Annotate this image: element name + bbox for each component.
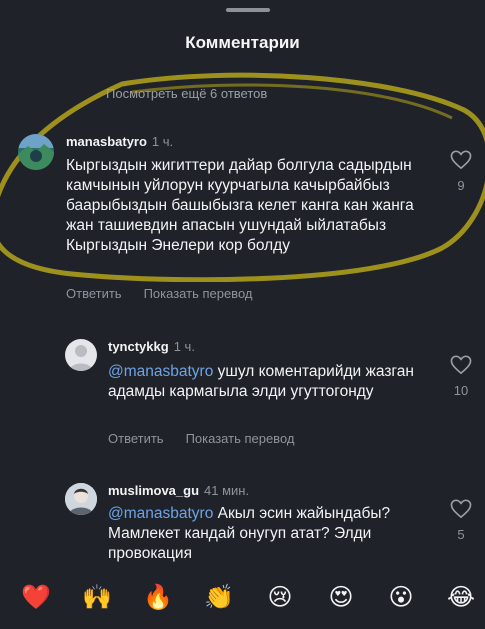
like-control: 9 [449,150,473,193]
fire-emoji-icon[interactable]: 🔥 [143,582,173,612]
view-more-replies[interactable]: Посмотреть ещё 6 ответов [106,86,267,101]
comment-time: 1 ч. [151,134,174,149]
like-control: 5 [449,499,473,542]
reply-username[interactable]: tynctykkg [108,339,169,354]
like-count: 5 [457,527,465,542]
comment-text: Кыргыздын жигиттери дайар болгула садырд… [66,157,414,254]
reply-item: tynctykkg 1 ч. @manasbatyro ушул коментар… [0,335,485,455]
reply-meta: tynctykkg 1 ч. [108,339,195,354]
reply-meta: muslimova_gu 41 мин. [108,483,249,498]
comment-actions: Ответить Показать перевод [66,286,274,301]
heart-icon[interactable] [450,355,472,375]
avatar[interactable] [65,483,97,515]
reply-actions: Ответить Показать перевод [108,431,316,446]
avatar[interactable] [65,339,97,371]
tears-of-joy-emoji-icon[interactable]: 😂 [446,582,476,612]
sheet-title: Комментарии [185,33,300,52]
heart-icon[interactable] [450,150,472,170]
sheet-grabber[interactable] [226,8,270,12]
like-count: 9 [457,178,465,193]
quick-reaction-bar: ❤️ 🙌 🔥 👏 😢 😍 😮 😂 [0,568,485,629]
mention-link[interactable]: @manasbatyro [108,363,213,380]
mention-link[interactable]: @manasbatyro [108,505,213,522]
like-count: 10 [453,383,469,398]
avatar[interactable] [18,134,54,170]
comment-meta: manasbatyro 1 ч. [66,134,173,149]
show-translation-button[interactable]: Показать перевод [144,286,253,301]
like-control: 10 [449,355,473,398]
reply-username[interactable]: muslimova_gu [108,483,199,498]
reply-button[interactable]: Ответить [66,286,122,301]
crying-face-emoji-icon[interactable]: 😢 [265,582,295,612]
reply-item: muslimova_gu 41 мин. @manasbatyro Акыл эс… [0,481,485,571]
comment-username[interactable]: manasbatyro [66,134,147,149]
show-translation-button[interactable]: Показать перевод [186,431,295,446]
heart-emoji-icon[interactable]: ❤️ [21,582,51,612]
reply-time: 1 ч. [173,339,195,354]
comment-item: manasbatyro 1 ч. Кыргыздын жигиттери дайа… [0,130,485,310]
surprised-face-emoji-icon[interactable]: 😮 [386,582,416,612]
reply-button[interactable]: Ответить [108,431,164,446]
heart-icon[interactable] [450,499,472,519]
heart-eyes-emoji-icon[interactable]: 😍 [326,582,356,612]
reply-text: @manasbatyro ушул коментарийди жазган ад… [108,362,428,402]
raising-hands-emoji-icon[interactable]: 🙌 [82,582,112,612]
reply-time: 41 мин. [204,483,250,498]
reply-text: @manasbatyro Акыл эсин жайындабы? Мамлек… [108,504,398,564]
clapping-hands-emoji-icon[interactable]: 👏 [204,582,234,612]
